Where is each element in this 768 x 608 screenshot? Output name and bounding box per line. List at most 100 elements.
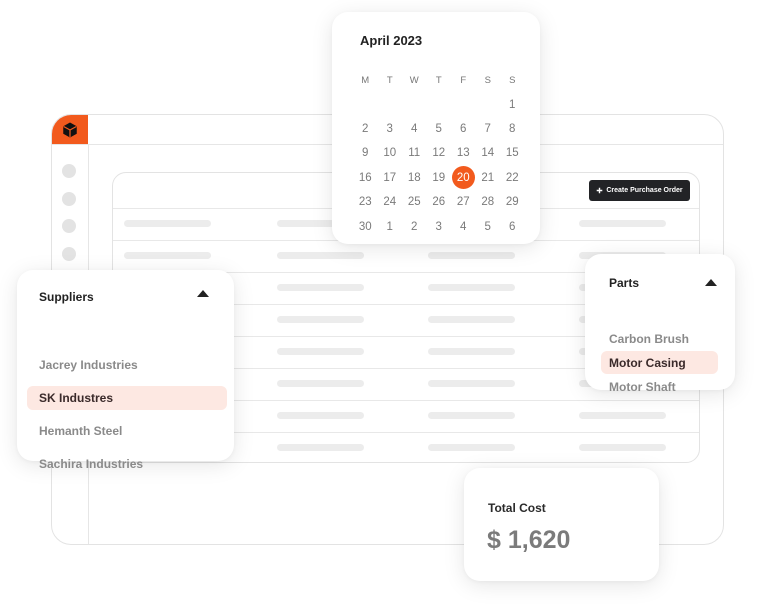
table-cell-placeholder xyxy=(428,252,515,259)
calendar-day[interactable]: 18 xyxy=(402,166,427,190)
calendar-day[interactable]: 11 xyxy=(402,141,427,165)
calendar-day[interactable]: 3 xyxy=(427,214,452,238)
weekday-label: S xyxy=(509,74,516,86)
table-cell-placeholder xyxy=(277,412,364,419)
suppliers-option[interactable]: Sachira Industries xyxy=(27,452,227,476)
calendar-day[interactable]: 12 xyxy=(427,141,452,165)
suppliers-option-label: SK Industres xyxy=(39,391,114,405)
date-picker: April 2023 M T W T F S S 1 2 3 4 5 6 7 8 9 10 11 12 13 14 15 1… xyxy=(332,12,540,244)
create-purchase-order-label: Create Purchase Order xyxy=(606,187,683,194)
suppliers-option-label: Sachira Industries xyxy=(39,457,144,471)
weekday-label: F xyxy=(460,74,467,86)
calendar-day[interactable]: 2 xyxy=(353,117,378,141)
table-cell-placeholder xyxy=(579,220,666,227)
calendar-day[interactable]: 4 xyxy=(402,117,427,141)
sidebar-item[interactable] xyxy=(62,247,76,261)
parts-option-label: Motor Casing xyxy=(609,355,686,370)
parts-option[interactable]: Motor Shaft xyxy=(601,375,718,398)
calendar-day[interactable]: 23 xyxy=(353,190,378,214)
calendar-day-selected[interactable]: 20 xyxy=(451,166,476,190)
calendar-day[interactable]: 24 xyxy=(378,190,403,214)
table-cell-placeholder xyxy=(579,412,666,419)
calendar-day[interactable]: 6 xyxy=(500,214,525,238)
parts-option-selected[interactable]: Motor Casing xyxy=(601,351,718,374)
cube-icon xyxy=(63,122,77,137)
weekday-label: T xyxy=(386,74,393,86)
table-cell-placeholder xyxy=(277,284,364,291)
total-cost-value: $ 1,620 xyxy=(487,526,571,554)
table-cell-placeholder xyxy=(277,348,364,355)
suppliers-option-selected[interactable]: SK Industres xyxy=(27,386,227,410)
calendar-day[interactable]: 7 xyxy=(476,117,501,141)
calendar-day[interactable]: 25 xyxy=(402,190,427,214)
table-cell-placeholder xyxy=(579,444,666,451)
plus-icon xyxy=(597,187,603,194)
calendar-day[interactable]: 21 xyxy=(476,166,501,190)
calendar-empty-cell xyxy=(378,92,403,116)
calendar-day[interactable]: 1 xyxy=(500,92,525,116)
calendar-empty-cell xyxy=(451,92,476,116)
calendar-day[interactable]: 30 xyxy=(353,214,378,238)
calendar-day[interactable]: 29 xyxy=(500,190,525,214)
sidebar-item[interactable] xyxy=(62,219,76,233)
calendar-day[interactable]: 5 xyxy=(476,214,501,238)
calendar-empty-cell xyxy=(476,92,501,116)
suppliers-option[interactable]: Jacrey Industries xyxy=(27,353,227,377)
table-cell-placeholder xyxy=(124,252,211,259)
suppliers-title: Suppliers xyxy=(39,290,94,304)
caret-up-icon[interactable] xyxy=(197,290,209,297)
sidebar-item[interactable] xyxy=(62,164,76,178)
suppliers-option-label: Hemanth Steel xyxy=(39,424,123,438)
app-logo[interactable] xyxy=(52,115,88,144)
calendar-day[interactable]: 17 xyxy=(378,166,403,190)
calendar-day[interactable]: 26 xyxy=(427,190,452,214)
table-cell-placeholder xyxy=(428,348,515,355)
calendar-day[interactable]: 15 xyxy=(500,141,525,165)
total-cost-label: Total Cost xyxy=(488,501,546,515)
calendar-day[interactable]: 27 xyxy=(451,190,476,214)
table-cell-placeholder xyxy=(428,444,515,451)
weekday-label: W xyxy=(409,74,419,86)
calendar-empty-cell xyxy=(427,92,452,116)
selected-day-label: 20 xyxy=(451,166,475,190)
calendar-day[interactable]: 28 xyxy=(476,190,501,214)
calendar-day[interactable]: 19 xyxy=(427,166,452,190)
table-cell-placeholder xyxy=(428,380,515,387)
total-cost-card: Total Cost $ 1,620 xyxy=(464,468,659,581)
calendar-day[interactable]: 9 xyxy=(353,141,378,165)
sidebar-item[interactable] xyxy=(62,192,76,206)
parts-option-label: Carbon Brush xyxy=(609,331,690,346)
calendar-day[interactable]: 1 xyxy=(378,214,403,238)
parts-title: Parts xyxy=(609,276,640,290)
calendar-day[interactable]: 8 xyxy=(500,117,525,141)
suppliers-dropdown: Suppliers Jacrey Industries SK Industres H… xyxy=(17,270,234,471)
table-cell-placeholder xyxy=(277,380,364,387)
calendar-day[interactable]: 3 xyxy=(378,117,403,141)
caret-up-icon[interactable] xyxy=(705,279,717,286)
calendar-grid: M T W T F S S 1 2 3 4 5 6 7 8 9 10 11 12 13 14 15 16 17 18 19 20 21… xyxy=(353,68,525,239)
calendar-day[interactable]: 13 xyxy=(451,141,476,165)
table-cell-placeholder xyxy=(277,316,364,323)
calendar-day[interactable]: 16 xyxy=(353,166,378,190)
calendar-empty-cell xyxy=(353,92,378,116)
parts-dropdown: Parts Carbon Brush Motor Casing Motor Shaf… xyxy=(585,254,735,394)
calendar-month-title: April 2023 xyxy=(360,33,423,48)
calendar-day[interactable]: 22 xyxy=(500,166,525,190)
parts-option[interactable]: Carbon Brush xyxy=(601,327,718,350)
calendar-day[interactable]: 4 xyxy=(451,214,476,238)
calendar-day[interactable]: 2 xyxy=(402,214,427,238)
calendar-day[interactable]: 5 xyxy=(427,117,452,141)
calendar-empty-cell xyxy=(402,92,427,116)
calendar-day[interactable]: 10 xyxy=(378,141,403,165)
table-cell-placeholder xyxy=(277,444,364,451)
calendar-day[interactable]: 6 xyxy=(451,117,476,141)
calendar-day[interactable]: 14 xyxy=(476,141,501,165)
suppliers-option[interactable]: Hemanth Steel xyxy=(27,419,227,443)
weekday-label: S xyxy=(484,74,491,86)
table-cell-placeholder xyxy=(277,252,364,259)
parts-option-label: Motor Shaft xyxy=(609,379,676,394)
suppliers-option-label: Jacrey Industries xyxy=(39,358,138,372)
create-purchase-order-button[interactable]: Create Purchase Order xyxy=(589,180,690,201)
table-cell-placeholder xyxy=(428,284,515,291)
table-cell-placeholder xyxy=(428,412,515,419)
